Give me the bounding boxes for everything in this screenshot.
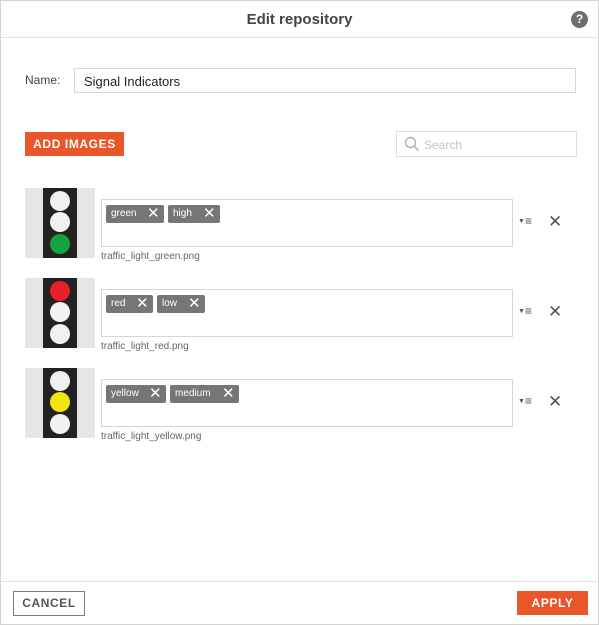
lamp-bottom xyxy=(50,324,70,344)
lamp-middle xyxy=(50,302,70,322)
dialog-header: Edit repository ? xyxy=(1,1,598,38)
edit-repository-dialog: Edit repository ? Name: Signal Indicator… xyxy=(0,0,599,625)
name-input-value: Signal Indicators xyxy=(84,74,181,89)
image-row: red ✕ low ✕ traffic_light_red.png ▼≡ ✕ xyxy=(25,278,585,358)
tag-remove-icon[interactable]: ✕ xyxy=(147,205,160,222)
image-filename: traffic_light_green.png xyxy=(101,251,200,262)
image-thumbnail[interactable] xyxy=(25,188,95,258)
tag-input[interactable]: yellow ✕ medium ✕ xyxy=(101,379,513,427)
help-icon[interactable]: ? xyxy=(571,11,588,28)
tag-label: medium xyxy=(175,388,211,399)
lamp-top xyxy=(50,191,70,211)
tag-remove-icon[interactable]: ✕ xyxy=(149,385,162,402)
tag-label: green xyxy=(111,208,137,219)
dropdown-arrow-icon: ▼ xyxy=(518,308,525,315)
lamp-top xyxy=(50,281,70,301)
tag-remove-icon[interactable]: ✕ xyxy=(222,385,235,402)
lamp-bottom xyxy=(50,234,70,254)
image-filename: traffic_light_yellow.png xyxy=(101,431,202,442)
tag-chip: green ✕ xyxy=(106,205,164,223)
search-input[interactable]: Search xyxy=(396,131,577,157)
tag-menu-icon[interactable]: ▼≡ xyxy=(518,304,532,318)
delete-image-icon[interactable]: ✕ xyxy=(548,393,562,410)
search-placeholder: Search xyxy=(424,138,463,152)
name-label: Name: xyxy=(25,73,61,87)
dropdown-arrow-icon: ▼ xyxy=(518,218,525,225)
tag-label: high xyxy=(173,208,192,219)
tag-chip: low ✕ xyxy=(157,295,205,313)
delete-image-icon[interactable]: ✕ xyxy=(548,303,562,320)
tag-label: red xyxy=(111,298,126,309)
dialog-footer: CANCEL APPLY xyxy=(1,581,598,625)
lamp-bottom xyxy=(50,414,70,434)
tag-remove-icon[interactable]: ✕ xyxy=(188,295,201,312)
search-icon xyxy=(404,136,420,152)
image-row: green ✕ high ✕ traffic_light_green.png ▼… xyxy=(25,188,585,268)
tag-menu-icon[interactable]: ▼≡ xyxy=(518,214,532,228)
list-icon: ≡ xyxy=(524,304,532,318)
image-filename: traffic_light_red.png xyxy=(101,341,189,352)
tag-label: low xyxy=(162,298,178,309)
tag-chip: red ✕ xyxy=(106,295,153,313)
list-icon: ≡ xyxy=(524,394,532,408)
tag-remove-icon[interactable]: ✕ xyxy=(136,295,149,312)
add-images-button[interactable]: ADD IMAGES xyxy=(25,132,124,156)
apply-button[interactable]: APPLY xyxy=(517,591,588,615)
lamp-middle xyxy=(50,392,70,412)
tag-input[interactable]: green ✕ high ✕ xyxy=(101,199,513,247)
delete-image-icon[interactable]: ✕ xyxy=(548,213,562,230)
tag-remove-icon[interactable]: ✕ xyxy=(203,205,216,222)
image-row: yellow ✕ medium ✕ traffic_light_yellow.p… xyxy=(25,368,585,448)
lamp-middle xyxy=(50,212,70,232)
image-thumbnail[interactable] xyxy=(25,368,95,438)
lamp-top xyxy=(50,371,70,391)
dropdown-arrow-icon: ▼ xyxy=(518,398,525,405)
image-thumbnail[interactable] xyxy=(25,278,95,348)
tag-chip: yellow ✕ xyxy=(106,385,166,403)
tag-label: yellow xyxy=(111,388,139,399)
tag-menu-icon[interactable]: ▼≡ xyxy=(518,394,532,408)
dialog-title: Edit repository xyxy=(246,11,353,28)
tag-input[interactable]: red ✕ low ✕ xyxy=(101,289,513,337)
list-icon: ≡ xyxy=(524,214,532,228)
name-input[interactable]: Signal Indicators xyxy=(74,68,576,93)
cancel-button[interactable]: CANCEL xyxy=(13,591,85,616)
tag-chip: medium ✕ xyxy=(170,385,239,403)
tag-chip: high ✕ xyxy=(168,205,220,223)
